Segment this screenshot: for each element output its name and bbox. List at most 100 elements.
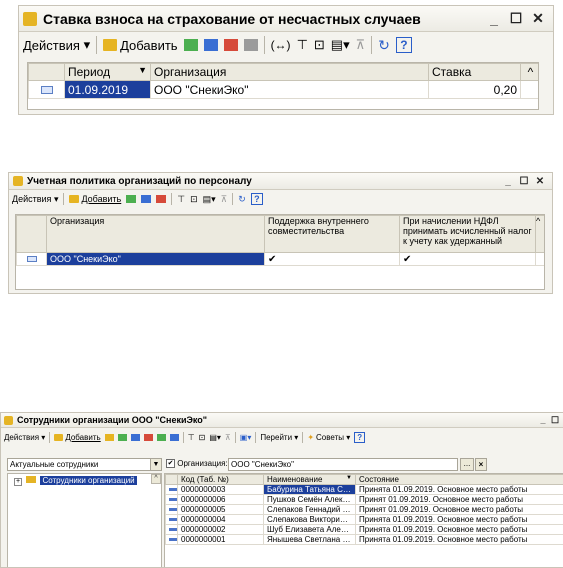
edit-icon[interactable] xyxy=(203,39,218,51)
add-group-icon[interactable] xyxy=(104,433,114,441)
copy-icon[interactable] xyxy=(183,39,198,51)
employee-filter-select[interactable]: Актуальные сотрудники ▼ xyxy=(7,458,162,471)
internal-parttime-checkbox[interactable]: ✔ xyxy=(264,252,400,266)
period-cell[interactable]: 01.09.2019 xyxy=(64,80,151,99)
delete-icon[interactable] xyxy=(156,195,167,203)
table-row[interactable]: 0000000002 Шуб Елизавета Алекса... Приня… xyxy=(165,524,563,535)
name-cell[interactable]: Шуб Елизавета Алекса... xyxy=(263,524,356,535)
code-cell[interactable]: 0000000002 xyxy=(177,524,264,535)
close-button[interactable]: ✕ xyxy=(527,10,549,27)
add-button[interactable]: Добавить xyxy=(54,433,101,442)
state-cell[interactable]: Принят 01.09.2019. Основное место работы xyxy=(355,494,563,505)
add-button[interactable]: Добавить xyxy=(69,194,121,204)
delete-icon[interactable] xyxy=(223,39,238,51)
table-row[interactable]: ООО "СнекиЭко" ✔ ✔ xyxy=(16,252,544,266)
filter-list-icon[interactable]: ⊡ xyxy=(190,194,198,205)
state-cell[interactable]: Принята 01.09.2019. Основное место работ… xyxy=(355,484,563,495)
scroll-up-button[interactable]: ^ xyxy=(535,215,544,253)
column-header-internal-parttime[interactable]: Поддержка внутреннего совместительства xyxy=(264,215,400,253)
column-header-ndfl[interactable]: При начислении НДФЛ принимать исчисленны… xyxy=(399,215,536,253)
maximize-button[interactable]: ☐ xyxy=(516,176,532,187)
name-cell[interactable]: Бабурина Татьяна Сте... xyxy=(263,484,356,495)
post-icon[interactable] xyxy=(243,39,258,51)
organization-filter-checkbox[interactable]: ✔ xyxy=(166,459,175,469)
edit-icon[interactable] xyxy=(130,433,140,441)
filter-icon[interactable]: ⊤ xyxy=(297,37,308,53)
expand-icon[interactable]: + xyxy=(14,478,22,486)
code-cell[interactable]: 0000000003 xyxy=(177,484,264,495)
chevron-down-icon[interactable]: ▼ xyxy=(150,459,161,470)
name-cell[interactable]: Пушков Семён Алексе... xyxy=(263,494,356,505)
name-cell[interactable]: Слепаков Геннадий Ви... xyxy=(263,504,356,515)
organization-cell[interactable]: ООО "СнекиЭко" xyxy=(46,252,265,266)
state-cell[interactable]: Принят 01.09.2019. Основное место работы xyxy=(355,504,563,515)
close-button[interactable]: ✕ xyxy=(532,176,548,187)
state-cell[interactable]: Принята 01.09.2019. Основное место работ… xyxy=(355,534,563,545)
state-cell[interactable]: Принята 01.09.2019. Основное место работ… xyxy=(355,524,563,535)
column-header-rate[interactable]: Ставка xyxy=(428,63,521,81)
copy-icon[interactable] xyxy=(117,433,127,441)
sort-icon[interactable]: ▤▾ xyxy=(209,433,221,442)
code-cell[interactable]: 0000000006 xyxy=(177,494,264,505)
edit-icon[interactable] xyxy=(141,195,152,203)
output-icon[interactable]: ▣▾ xyxy=(240,433,252,442)
goto-menu[interactable]: Перейти ▾ xyxy=(260,433,298,442)
sort-icon[interactable]: ▤▾ xyxy=(203,194,216,205)
rate-cell[interactable]: 0,20 xyxy=(428,80,521,99)
column-header-state[interactable]: Состояние xyxy=(355,474,563,485)
organization-field[interactable]: ООО "СнекиЭко" xyxy=(228,458,458,471)
code-cell[interactable]: 0000000004 xyxy=(177,514,264,525)
table-row[interactable]: 0000000003 Бабурина Татьяна Сте... Приня… xyxy=(165,484,563,495)
minimize-button[interactable]: _ xyxy=(536,415,550,425)
scroll-up-button[interactable]: ^ xyxy=(520,63,538,81)
help-icon[interactable]: ? xyxy=(250,193,263,205)
organization-cell[interactable]: ООО "СнекиЭко" xyxy=(150,80,429,99)
period-icon[interactable]: (↔) xyxy=(271,38,291,52)
filter-list-icon[interactable]: ⊡ xyxy=(199,433,206,442)
move-icon[interactable] xyxy=(169,433,179,441)
column-header-name[interactable]: Наименование ▼ xyxy=(263,474,356,485)
maximize-button[interactable]: ☐ xyxy=(550,415,560,426)
clear-organization-button[interactable]: × xyxy=(475,458,487,471)
filter-icon[interactable]: ⊤ xyxy=(188,433,195,442)
column-header-organization[interactable]: Организация xyxy=(150,63,429,81)
filter-icon[interactable]: ⊤ xyxy=(177,194,185,205)
tree-item-employees[interactable]: + Сотрудники организаций xyxy=(8,474,161,486)
clear-filter-icon[interactable]: ⊼ xyxy=(221,194,228,205)
filter-list-icon[interactable]: ⊡ xyxy=(314,37,325,53)
scroll-up-button[interactable]: ^ xyxy=(151,474,161,484)
help-icon[interactable]: ? xyxy=(354,431,366,443)
column-header-organization[interactable]: Организация xyxy=(46,215,265,253)
sort-icon[interactable]: ▤▾ xyxy=(331,37,350,53)
table-row[interactable]: 0000000006 Пушков Семён Алексе... Принят… xyxy=(165,494,563,505)
maximize-button[interactable]: ☐ xyxy=(505,10,527,27)
help-icon[interactable]: ? xyxy=(395,37,412,53)
ndfl-checkbox[interactable]: ✔ xyxy=(399,252,536,266)
name-cell[interactable]: Янышева Светлана Ал... xyxy=(263,534,356,545)
refresh-icon[interactable]: ↻ xyxy=(238,194,246,205)
add-button[interactable]: Добавить xyxy=(103,38,178,53)
hierarchy-icon[interactable] xyxy=(156,433,166,441)
table-row[interactable]: 0000000001 Янышева Светлана Ал... Принят… xyxy=(165,534,563,545)
table-row[interactable]: 0000000005 Слепаков Геннадий Ви... Приня… xyxy=(165,504,563,515)
copy-icon[interactable] xyxy=(126,195,137,203)
name-cell[interactable]: Слепакова Виктория А... xyxy=(263,514,356,525)
column-header-period[interactable]: Период ▼ xyxy=(64,63,151,81)
state-cell[interactable]: Принята 01.09.2019. Основное место работ… xyxy=(355,514,563,525)
actions-menu[interactable]: Действия ▾ xyxy=(23,37,90,53)
minimize-button[interactable]: _ xyxy=(483,11,505,27)
minimize-button[interactable]: _ xyxy=(500,176,516,187)
clear-filter-icon[interactable]: ⊼ xyxy=(356,37,366,53)
table-row[interactable]: 0000000004 Слепакова Виктория А... Приня… xyxy=(165,514,563,525)
actions-menu[interactable]: Действия ▾ xyxy=(4,433,45,442)
actions-menu[interactable]: Действия ▾ xyxy=(12,194,58,205)
refresh-icon[interactable]: ↻ xyxy=(378,37,390,54)
column-header-code[interactable]: Код (Таб. №) xyxy=(177,474,264,485)
code-cell[interactable]: 0000000001 xyxy=(177,534,264,545)
table-row[interactable]: 01.09.2019 ООО "СнекиЭко" 0,20 xyxy=(28,80,538,99)
tips-menu[interactable]: ✦ Советы ▾ xyxy=(307,433,350,442)
delete-icon[interactable] xyxy=(143,433,153,441)
select-organization-button[interactable]: ... xyxy=(460,458,474,471)
code-cell[interactable]: 0000000005 xyxy=(177,504,264,515)
clear-filter-icon[interactable]: ⊼ xyxy=(225,433,231,442)
